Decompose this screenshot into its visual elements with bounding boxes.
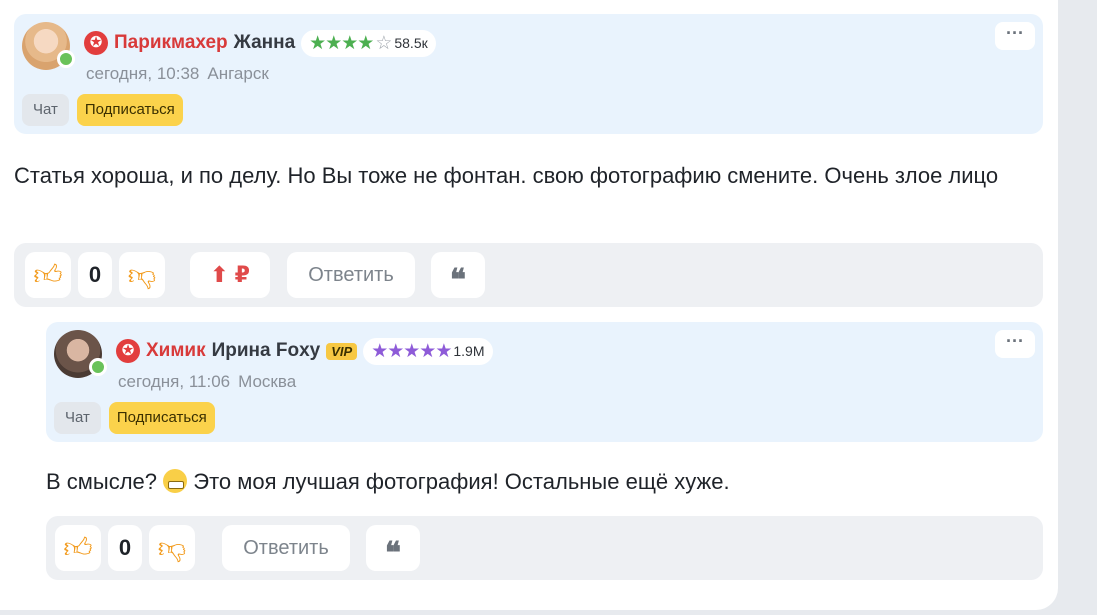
like-button[interactable]: 👍︎: [25, 252, 71, 298]
quote-button[interactable]: ❝: [431, 252, 485, 298]
author-city: Ангарск: [207, 64, 269, 83]
star-badge-icon: ✪: [84, 31, 108, 55]
author-row: ✪ Парикмахер Жанна ★★★★ ☆ 58.5к: [84, 29, 436, 57]
comment-meta: сегодня, 11:06 Москва: [118, 372, 296, 392]
comment-header: ✪ Парикмахер Жанна ★★★★ ☆ 58.5к сегодня,…: [14, 14, 1043, 134]
author-name[interactable]: Жанна: [234, 32, 296, 54]
comment-time: сегодня, 10:38: [86, 64, 200, 83]
more-options-button[interactable]: ···: [995, 330, 1035, 358]
online-status-icon: [89, 358, 107, 376]
reply-label: Ответить: [243, 536, 329, 559]
author-rating: ★★★★ ☆ 58.5к: [301, 29, 436, 57]
dislike-button[interactable]: 👎︎: [119, 252, 165, 298]
reply-button[interactable]: Ответить: [287, 252, 415, 298]
thumb-down-icon: 👎︎: [127, 259, 157, 290]
star-badge-icon: ✪: [116, 339, 140, 363]
reply-actions: 👍︎ 0 👎︎ Ответить ❝: [46, 516, 1043, 580]
rating-stars-icon: ★★★★★: [371, 340, 452, 362]
thumb-up-icon: 👍︎: [63, 532, 93, 563]
comments-card: ✪ Парикмахер Жанна ★★★★ ☆ 58.5к сегодня,…: [0, 0, 1058, 610]
author-name[interactable]: Ирина Foxy: [212, 340, 321, 362]
comment-meta: сегодня, 10:38 Ангарск: [86, 64, 269, 84]
author-profession[interactable]: Химик: [146, 340, 206, 362]
quote-icon: ❝: [449, 263, 467, 298]
author-rating: ★★★★★ 1.9M: [363, 337, 493, 365]
reply-text: В смысле? Это моя лучшая фотография! Ост…: [46, 464, 1036, 499]
likes-count-value: 0: [88, 262, 102, 287]
rating-value: 58.5к: [394, 35, 428, 51]
author-row: ✪ Химик Ирина Foxy VIP ★★★★★ 1.9M: [116, 337, 493, 365]
donate-button[interactable]: ⬆ ₽: [190, 252, 270, 298]
subscribe-button[interactable]: Подписаться: [108, 402, 215, 434]
subscribe-button[interactable]: Подписаться: [76, 94, 183, 126]
reply-button[interactable]: Ответить: [222, 525, 350, 571]
dislike-button[interactable]: 👎︎: [149, 525, 195, 571]
rating-star-empty-icon: ☆: [375, 32, 393, 54]
rating-value: 1.9M: [453, 343, 485, 359]
comment-text: Статья хороша, и по делу. Но Вы тоже не …: [14, 163, 999, 188]
reply-label: Ответить: [308, 263, 394, 286]
likes-count: 0: [108, 525, 142, 571]
author-profession[interactable]: Парикмахер: [114, 32, 228, 54]
thumb-up-icon: 👍︎: [33, 259, 63, 290]
comment-time: сегодня, 11:06: [118, 372, 231, 391]
quote-icon: ❝: [384, 536, 402, 571]
reply-header: ✪ Химик Ирина Foxy VIP ★★★★★ 1.9M сегодн…: [46, 322, 1043, 442]
chat-button[interactable]: Чат: [22, 94, 69, 126]
online-status-icon: [57, 50, 75, 68]
reply-text-end: Это моя лучшая фотография! Остальные ещё…: [193, 469, 730, 494]
likes-count-value: 0: [118, 535, 132, 560]
like-button[interactable]: 👍︎: [55, 525, 101, 571]
author-actions: Чат Подписаться: [54, 402, 215, 434]
chat-button[interactable]: Чат: [54, 402, 101, 434]
comment-actions: 👍︎ 0 👎︎ ⬆ ₽ Ответить ❝: [14, 243, 1043, 307]
thumb-down-icon: 👎︎: [157, 532, 187, 563]
more-options-button[interactable]: ···: [995, 22, 1035, 50]
vip-badge: VIP: [326, 342, 358, 360]
ruble-up-icon: ⬆ ₽: [210, 262, 250, 287]
quote-button[interactable]: ❝: [366, 525, 420, 571]
reply-text-start: В смысле?: [46, 469, 158, 494]
author-city: Москва: [238, 372, 297, 391]
rating-stars-icon: ★★★★: [309, 32, 374, 54]
likes-count: 0: [78, 252, 112, 298]
grinning-emoji-icon: [163, 469, 188, 493]
author-actions: Чат Подписаться: [22, 94, 183, 126]
